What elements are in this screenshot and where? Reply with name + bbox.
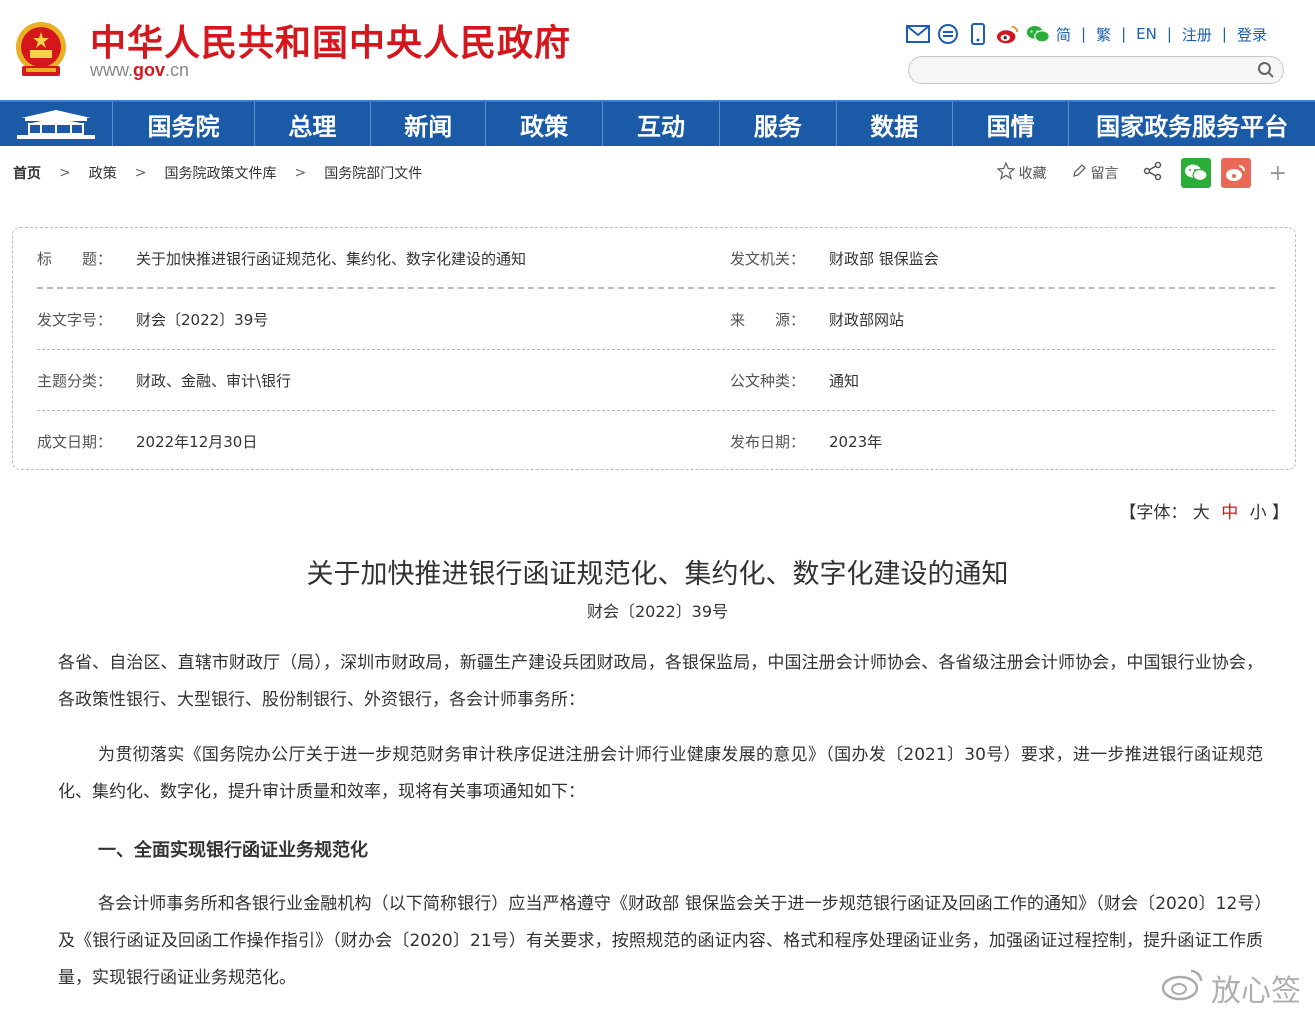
site-header: 中华人民共和国中央人民政府 www.gov.cn 简 | 繁 | EN | 注册… bbox=[0, 0, 1315, 100]
article-paragraph: 为贯彻落实《国务院办公厅关于进一步规范财务审计秩序促进注册会计师行业健康发展的意… bbox=[58, 745, 1263, 802]
breadcrumb-home[interactable]: 首页 bbox=[13, 163, 41, 183]
document-info-box: 标 题： 关于加快推进银行函证规范化、集约化、数字化建设的通知 发文机关： 财政… bbox=[12, 227, 1296, 470]
weibo-share-icon[interactable] bbox=[1220, 158, 1251, 188]
breadcrumb: 首页 > 政策 > 国务院政策文件库 > 国务院部门文件 bbox=[13, 163, 422, 183]
info-row: 主题分类： 财政、金融、审计\银行 公文种类： 通知 bbox=[37, 350, 1275, 410]
nav-item-data[interactable]: 数据 bbox=[837, 102, 953, 146]
header-tools: 简 | 繁 | EN | 注册 | 登录 bbox=[905, 22, 1267, 46]
search-input[interactable] bbox=[919, 57, 1253, 83]
section-heading: 一、全面实现银行函证业务规范化 bbox=[98, 840, 368, 861]
watermark-text: 放心签 bbox=[1211, 974, 1301, 1009]
pen-icon[interactable] bbox=[1071, 163, 1087, 183]
info-doctype-key: 公文种类： bbox=[730, 372, 806, 390]
watermark: 放心签 bbox=[1161, 966, 1301, 1010]
breadcrumb-arrow-icon: > bbox=[294, 165, 307, 181]
info-pubdate-value: 2023年 bbox=[829, 433, 883, 451]
nav-item-news[interactable]: 新闻 bbox=[371, 102, 487, 146]
separator: | bbox=[1166, 25, 1172, 43]
nav-item-service-platform[interactable]: 国家政务服务平台 bbox=[1069, 102, 1315, 146]
wechat-share-icon[interactable] bbox=[1180, 158, 1211, 188]
nav-item-services[interactable]: 服务 bbox=[720, 102, 837, 146]
url-gov: gov bbox=[133, 60, 166, 80]
login-link[interactable]: 登录 bbox=[1237, 24, 1267, 45]
breadcrumb-arrow-icon: > bbox=[59, 165, 71, 181]
share-icon[interactable] bbox=[1143, 161, 1163, 185]
info-row: 标 题： 关于加快推进银行函证规范化、集约化、数字化建设的通知 发文机关： 财政… bbox=[37, 228, 1275, 288]
more-icon[interactable]: + bbox=[1269, 161, 1287, 186]
article-title: 关于加快推进银行函证规范化、集约化、数字化建设的通知 bbox=[306, 559, 1009, 590]
separator: | bbox=[1221, 25, 1227, 43]
nav-item-premier[interactable]: 总理 bbox=[255, 102, 372, 146]
info-doctype-value: 通知 bbox=[829, 372, 860, 390]
font-size-medium[interactable]: 中 bbox=[1221, 503, 1238, 523]
info-pubdate-key: 发布日期： bbox=[730, 433, 806, 451]
search-icon[interactable] bbox=[1257, 61, 1275, 83]
info-date-value: 2022年12月30日 bbox=[136, 433, 258, 451]
nav-item-policy[interactable]: 政策 bbox=[486, 102, 603, 146]
url-suffix: .cn bbox=[165, 60, 190, 80]
info-date-key: 成文日期： bbox=[37, 433, 113, 451]
info-row: 发文字号： 财会〔2022〕39号 来 源： 财政部网站 bbox=[37, 289, 1275, 349]
register-link[interactable]: 注册 bbox=[1182, 24, 1212, 45]
info-row: 成文日期： 2022年12月30日 发布日期： 2023年 bbox=[37, 411, 1275, 471]
national-emblem-icon[interactable] bbox=[12, 20, 70, 80]
info-source-value: 财政部网站 bbox=[829, 311, 905, 329]
nav-item-interaction[interactable]: 互动 bbox=[603, 102, 721, 146]
wechat-icon[interactable] bbox=[1026, 22, 1050, 46]
favorite-label[interactable]: 收藏 bbox=[1019, 163, 1047, 183]
article-paragraph: 各会计师事务所和各银行业金融机构（以下简称银行）应当严格遵守《财政部 银保监会关… bbox=[58, 894, 1263, 988]
font-size-switch: 【字体： 大 中 小 】 bbox=[1119, 498, 1289, 523]
breadcrumb-policy[interactable]: 政策 bbox=[89, 163, 117, 183]
info-topic-value: 财政、金融、审计\银行 bbox=[136, 372, 292, 390]
info-docno-key: 发文字号： bbox=[37, 311, 113, 329]
share-bar: 收藏 留言 + bbox=[995, 158, 1287, 188]
info-source-key: 来 源： bbox=[730, 311, 806, 329]
info-issuer-value: 财政部 银保监会 bbox=[829, 250, 939, 268]
url-prefix: www. bbox=[90, 60, 134, 80]
nav-item-state-council[interactable]: 国务院 bbox=[113, 102, 255, 146]
breadcrumb-arrow-icon: > bbox=[134, 165, 147, 181]
site-url[interactable]: www.gov.cn bbox=[90, 60, 189, 81]
info-docno-value: 财会〔2022〕39号 bbox=[136, 311, 269, 329]
weibo-watermark-icon bbox=[1161, 967, 1205, 1009]
lang-traditional-link[interactable]: 繁 bbox=[1096, 24, 1111, 45]
font-size-large[interactable]: 大 bbox=[1193, 503, 1210, 523]
font-size-close: 】 bbox=[1272, 503, 1289, 523]
main-nav: 国务院 总理 新闻 政策 互动 服务 数据 国情 国家政务服务平台 bbox=[0, 100, 1315, 146]
mobile-icon[interactable] bbox=[966, 22, 990, 46]
separator: | bbox=[1081, 25, 1087, 43]
star-icon[interactable] bbox=[995, 161, 1016, 184]
lang-simplified-link[interactable]: 简 bbox=[1056, 24, 1071, 45]
breadcrumb-policy-library[interactable]: 国务院政策文件库 bbox=[164, 163, 276, 183]
weibo-icon[interactable] bbox=[996, 22, 1020, 46]
message-icon[interactable] bbox=[936, 22, 960, 46]
home-building-icon[interactable] bbox=[0, 102, 114, 146]
search-box bbox=[908, 56, 1284, 84]
article-doc-number: 财会〔2022〕39号 bbox=[586, 602, 729, 621]
info-issuer-key: 发文机关： bbox=[730, 250, 806, 268]
font-size-open: 【字体： bbox=[1119, 503, 1188, 523]
info-title-value: 关于加快推进银行函证规范化、集约化、数字化建设的通知 bbox=[136, 250, 527, 268]
comment-label[interactable]: 留言 bbox=[1091, 163, 1119, 183]
nav-item-national-info[interactable]: 国情 bbox=[953, 102, 1070, 146]
font-size-small[interactable]: 小 bbox=[1250, 503, 1267, 523]
separator: | bbox=[1121, 25, 1127, 43]
site-title[interactable]: 中华人民共和国中央人民政府 bbox=[90, 14, 571, 66]
info-title-key: 标 题： bbox=[37, 250, 113, 268]
breadcrumb-department-docs[interactable]: 国务院部门文件 bbox=[324, 163, 422, 183]
info-topic-key: 主题分类： bbox=[37, 372, 113, 390]
lang-english-link[interactable]: EN bbox=[1136, 25, 1157, 43]
mail-icon[interactable] bbox=[905, 22, 930, 46]
article-paragraph: 各省、自治区、直辖市财政厅（局），深圳市财政局，新疆生产建设兵团财政局，各银保监… bbox=[58, 653, 1263, 710]
